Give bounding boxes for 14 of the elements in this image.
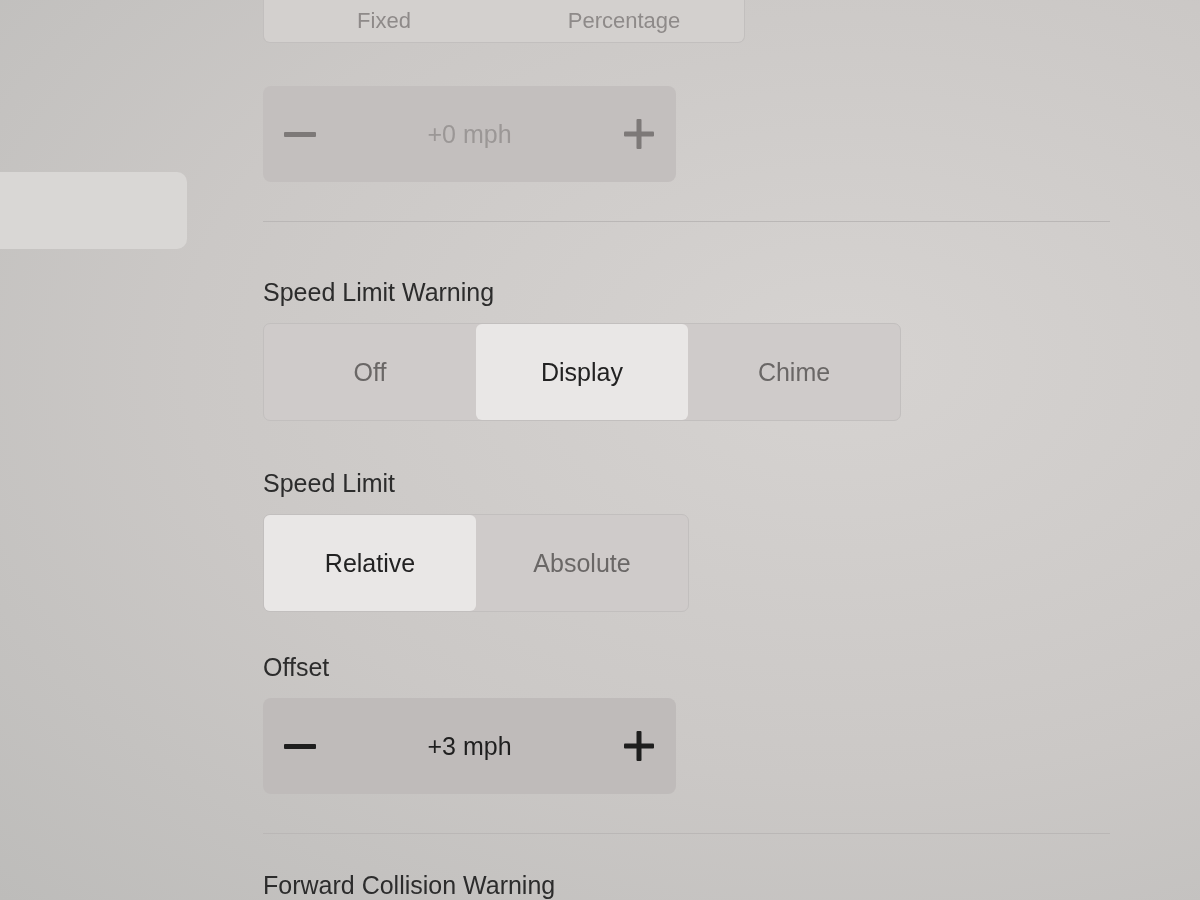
plus-icon — [624, 119, 654, 149]
section-label: Speed Limit — [263, 468, 396, 498]
section-label: Offset — [263, 652, 330, 682]
minus-icon — [284, 131, 316, 137]
minus-icon — [284, 743, 316, 749]
segment-tab[interactable]: Relative — [264, 515, 476, 611]
section-label: Speed Limit Warning — [263, 277, 495, 307]
segment-tab[interactable]: Display — [476, 324, 688, 420]
plus-icon — [624, 731, 654, 761]
segment-tab[interactable]: Absolute — [476, 515, 688, 611]
stepper-value: +3 mph — [427, 731, 512, 761]
segment-tab[interactable]: Chime — [688, 324, 900, 420]
section-label: Forward Collision Warning — [263, 870, 556, 900]
segment-tab[interactable]: Off — [264, 324, 476, 420]
